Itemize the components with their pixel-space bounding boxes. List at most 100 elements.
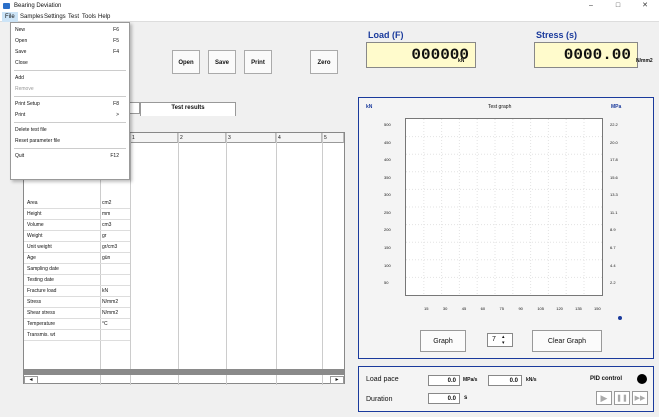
y-right-tick: 6.7 <box>610 244 616 250</box>
menu-help[interactable]: Help <box>98 12 110 22</box>
load-unit: kN <box>458 58 465 64</box>
scroll-right-icon[interactable]: ▸ <box>330 376 344 384</box>
menu-separator <box>14 148 126 149</box>
y-right-tick: 15.6 <box>610 174 618 180</box>
row-unit: cm2 <box>100 198 130 209</box>
menu-item-label: Print Setup <box>15 101 40 107</box>
spinner-arrows-icon[interactable]: ▴ ▾ <box>502 334 505 346</box>
row-unit: cm3 <box>100 220 130 231</box>
y-left-tick: 450 <box>384 139 391 145</box>
file-menu-item[interactable]: Add <box>11 73 129 83</box>
y-left-tick: 500 <box>384 122 391 127</box>
load-pace-label: Load pace <box>366 376 399 383</box>
load-pace-input-2[interactable]: 0.0 <box>488 375 522 386</box>
duration-input[interactable]: 0.0 <box>428 393 460 404</box>
x-tick: 60 <box>480 306 486 311</box>
print-button[interactable]: Print <box>244 50 272 74</box>
horizontal-scrollbar-track[interactable] <box>24 369 344 375</box>
close-icon[interactable]: ✕ <box>632 0 658 12</box>
y-right-tick: 4.4 <box>610 262 616 268</box>
zero-button[interactable]: Zero <box>310 50 338 74</box>
pause-icon[interactable]: ❚❚ <box>614 391 630 405</box>
load-readout: 000000 <box>366 42 476 68</box>
menu-tools[interactable]: Tools <box>82 12 96 22</box>
menu-separator <box>14 70 126 71</box>
minimize-icon[interactable]: – <box>578 0 604 12</box>
menu-file[interactable]: File <box>2 12 18 22</box>
maximize-icon[interactable]: □ <box>605 0 631 12</box>
row-unit: gr <box>100 231 130 242</box>
menu-item-label: Delete test file <box>15 127 47 133</box>
menu-item-label: Remove <box>15 86 34 92</box>
y-right-tick: 2.2 <box>610 280 616 286</box>
x-tick: 105 <box>537 306 545 311</box>
scroll-left-icon[interactable]: ◂ <box>24 376 38 384</box>
menu-item-label: Print <box>15 112 26 118</box>
file-menu-item[interactable]: Reset parameter file <box>11 136 129 146</box>
play-icon[interactable]: ▶ <box>596 391 612 405</box>
row-label: Transmis. wt <box>24 330 100 341</box>
row-unit: °C <box>100 319 130 330</box>
row-unit <box>100 264 130 275</box>
row-label: Height <box>24 209 100 220</box>
file-menu-item[interactable]: Close <box>11 58 129 68</box>
y-left-tick: 200 <box>384 227 391 233</box>
x-tick: 15 <box>424 306 429 311</box>
menu-item-label: Add <box>15 75 24 81</box>
plot-area <box>405 118 603 296</box>
row-label: Shear stress <box>24 308 100 319</box>
y-left-tick: 350 <box>384 174 391 180</box>
file-menu-item[interactable]: Print > <box>11 110 129 120</box>
row-unit: gr/cm3 <box>100 242 130 253</box>
plot-grid <box>406 119 602 295</box>
menu-samples[interactable]: Samples <box>20 12 43 22</box>
table-header: 3 <box>226 133 276 143</box>
pid-label: PID control <box>590 376 623 382</box>
duration-label: Duration <box>366 396 393 403</box>
menu-item-shortcut: > <box>116 112 119 118</box>
clear-graph-button[interactable]: Clear Graph <box>532 330 602 352</box>
row-label: Testing date <box>24 275 100 286</box>
fast-forward-icon[interactable]: ▶▶ <box>632 391 648 405</box>
save-button[interactable]: Save <box>208 50 236 74</box>
menu-item-shortcut: F4 <box>113 49 119 55</box>
load-pace-input[interactable]: 0.0 <box>428 375 460 386</box>
graph-button[interactable]: Graph <box>420 330 466 352</box>
row-unit: kN <box>100 286 130 297</box>
tab-test-results[interactable]: Test results <box>140 102 236 116</box>
menu-bar: File Samples Settings Test Tools Help <box>0 12 659 22</box>
table-header: 5 <box>322 133 344 143</box>
pid-toggle[interactable] <box>637 374 647 384</box>
stress-label: Stress (s) <box>536 30 578 40</box>
file-menu-item[interactable]: Open F5 <box>11 36 129 46</box>
x-tick: 45 <box>461 306 467 311</box>
row-label: Age <box>24 253 100 264</box>
file-menu-item[interactable]: Delete test file <box>11 125 129 135</box>
x-tick: 135 <box>575 306 582 311</box>
graph-spinner[interactable]: 7 ▴ ▾ <box>487 333 513 347</box>
right-unit: MPa <box>611 104 622 110</box>
y-right-tick: 17.8 <box>610 157 618 163</box>
spinner-value: 7 <box>492 336 496 343</box>
stress-value: 0000.00 <box>563 46 631 64</box>
row-unit: N/mm2 <box>100 308 130 319</box>
row-label: Fracture load <box>24 286 100 297</box>
table-header: 2 <box>178 133 226 143</box>
row-unit: mm <box>100 209 130 220</box>
file-menu-item[interactable]: Print Setup F8 <box>11 99 129 109</box>
control-panel <box>358 366 654 412</box>
row-label: Sampling date <box>24 264 100 275</box>
menu-test[interactable]: Test <box>68 12 79 22</box>
open-button[interactable]: Open <box>172 50 200 74</box>
menu-settings[interactable]: Settings <box>44 12 66 22</box>
duration-unit: s <box>464 395 468 401</box>
row-unit: N/mm2 <box>100 297 130 308</box>
y-right-tick: 11.1 <box>610 209 618 215</box>
row-label: Area <box>24 198 100 209</box>
row-label: Volume <box>24 220 100 231</box>
file-menu-item[interactable]: Quit F12 <box>11 151 129 161</box>
file-menu-item[interactable]: New F6 <box>11 25 129 35</box>
file-menu-item[interactable]: Save F4 <box>11 47 129 57</box>
row-label: Weight <box>24 231 100 242</box>
file-menu-item[interactable]: Remove <box>11 84 129 94</box>
